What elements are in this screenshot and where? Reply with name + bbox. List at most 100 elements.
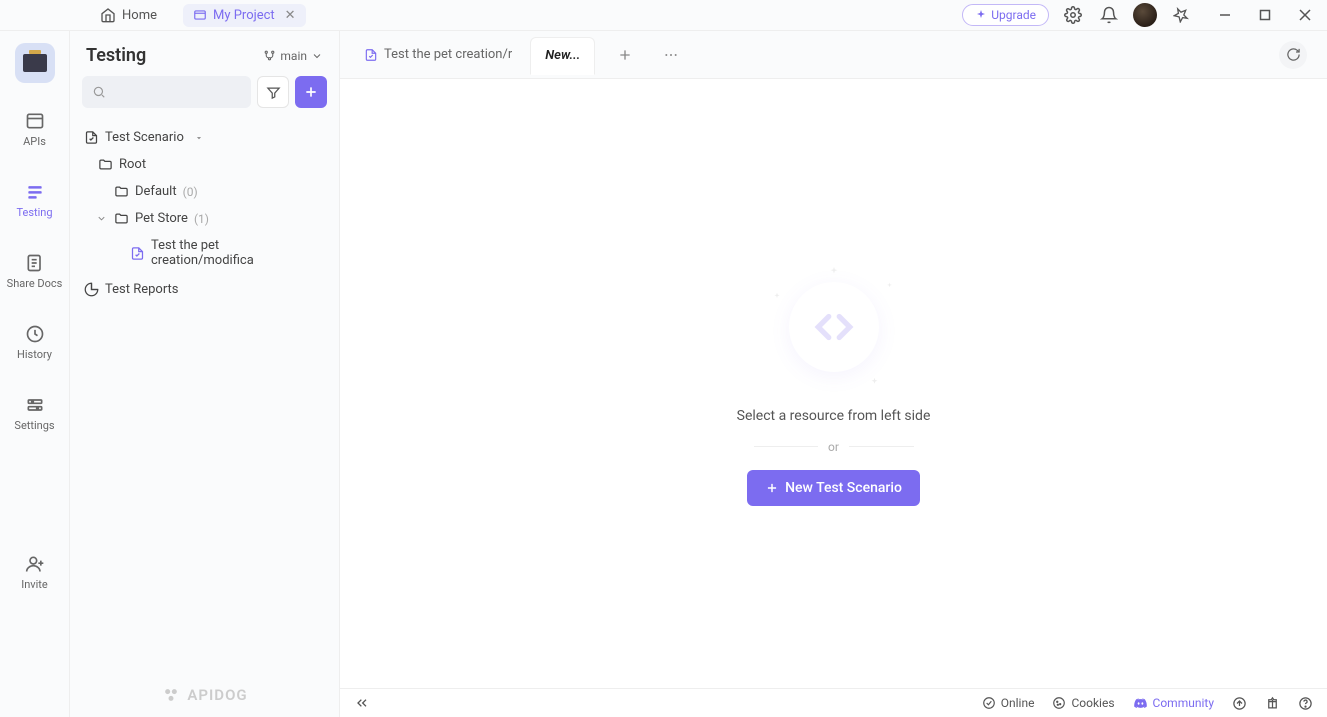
workspace-logo[interactable] [15, 43, 55, 83]
new-test-scenario-button[interactable]: New Test Scenario [747, 470, 920, 506]
chevron-down-icon [96, 213, 108, 224]
cookies-label: Cookies [1071, 696, 1114, 710]
test-reports-section[interactable]: Test Reports [78, 276, 331, 303]
bell-icon[interactable] [1097, 3, 1121, 27]
project-icon [193, 8, 207, 22]
status-help-icon[interactable] [1298, 696, 1313, 711]
project-tab[interactable]: My Project ✕ [183, 4, 306, 27]
rail-apis[interactable]: APIs [0, 105, 69, 154]
sidebar-title: Testing [86, 45, 146, 66]
close-window-icon[interactable] [1293, 3, 1317, 27]
status-bar: Online Cookies Community [340, 688, 1327, 717]
search-icon [92, 85, 106, 99]
rail-invite[interactable]: Invite [0, 548, 69, 597]
rail-share-docs-label: Share Docs [7, 277, 63, 290]
plus-icon [617, 47, 633, 63]
status-cookies[interactable]: Cookies [1052, 696, 1114, 710]
gift-icon [1265, 696, 1280, 711]
reports-label: Test Reports [105, 282, 179, 297]
rail-invite-label: Invite [21, 578, 48, 591]
folder-default[interactable]: Default (0) [78, 178, 331, 205]
petstore-label: Pet Store [135, 211, 188, 226]
invite-icon [25, 554, 45, 574]
close-icon[interactable]: ✕ [285, 8, 296, 23]
rail-apis-label: APIs [23, 135, 46, 148]
empty-state: Select a resource from left side or New … [340, 79, 1327, 688]
maximize-icon[interactable] [1253, 3, 1277, 27]
nav-rail: APIs Testing Share Docs History Settings… [0, 31, 70, 717]
community-label: Community [1153, 696, 1214, 710]
petstore-count: (1) [194, 212, 209, 226]
apis-icon [25, 111, 45, 131]
cookie-icon [1052, 696, 1066, 710]
rail-history-label: History [17, 348, 52, 361]
branch-selector[interactable]: main [263, 49, 323, 63]
new-scenario-label: New Test Scenario [785, 480, 902, 496]
rail-testing-label: Testing [16, 206, 52, 219]
branch-icon [263, 49, 276, 62]
testing-icon [25, 182, 45, 202]
help-icon [1298, 696, 1313, 711]
rail-share-docs[interactable]: Share Docs [0, 247, 69, 296]
logo-icon [161, 685, 181, 705]
settings-nav-icon [25, 395, 45, 415]
test-item[interactable]: Test the pet creation/modifica [78, 232, 331, 274]
tab-overflow-button[interactable] [655, 39, 687, 71]
filter-button[interactable] [257, 76, 289, 108]
brand-watermark: APIDOG [70, 685, 339, 705]
project-label: My Project [213, 8, 275, 23]
tab-label: Test the pet creation/r [384, 47, 512, 62]
home-tab[interactable]: Home [90, 3, 167, 27]
sparkle-icon [975, 9, 987, 21]
collapse-sidebar-button[interactable] [354, 695, 370, 711]
minimize-icon[interactable] [1213, 3, 1237, 27]
tab-bar: Test the pet creation/r New... [340, 31, 1327, 79]
tab-new[interactable]: New... [530, 37, 595, 75]
test-file-icon [130, 246, 145, 261]
rail-testing[interactable]: Testing [0, 176, 69, 225]
status-upload-icon[interactable] [1232, 696, 1247, 711]
filter-icon [266, 85, 281, 100]
brand-label: APIDOG [187, 686, 247, 704]
share-docs-icon [25, 253, 45, 273]
upgrade-button[interactable]: Upgrade [962, 4, 1049, 26]
rail-settings[interactable]: Settings [0, 389, 69, 438]
folder-root[interactable]: Root [78, 151, 331, 178]
history-icon [25, 324, 45, 344]
status-gift-icon[interactable] [1265, 696, 1280, 711]
home-icon [100, 7, 116, 23]
empty-text: Select a resource from left side [737, 408, 931, 424]
default-count: (0) [183, 185, 198, 199]
plus-icon [303, 84, 319, 100]
reports-icon [84, 282, 99, 297]
online-label: Online [1001, 696, 1035, 710]
upgrade-label: Upgrade [991, 8, 1036, 22]
pin-icon[interactable] [1169, 3, 1193, 27]
folder-icon [114, 184, 129, 199]
sidebar: Testing main Test Scenario [70, 31, 340, 717]
discord-icon [1133, 696, 1148, 711]
empty-illustration [769, 262, 899, 392]
check-circle-icon [982, 696, 996, 710]
test-item-label: Test the pet creation/modifica [151, 238, 325, 268]
rail-history[interactable]: History [0, 318, 69, 367]
folder-petstore[interactable]: Pet Store (1) [78, 205, 331, 232]
add-button[interactable] [295, 76, 327, 108]
status-online[interactable]: Online [982, 696, 1035, 710]
settings-icon[interactable] [1061, 3, 1085, 27]
test-scenario-section[interactable]: Test Scenario [78, 124, 331, 151]
avatar[interactable] [1133, 3, 1157, 27]
new-tab-button[interactable] [609, 39, 641, 71]
search-input[interactable] [82, 76, 251, 108]
folder-icon [98, 157, 113, 172]
upload-icon [1232, 696, 1247, 711]
collapse-icon [354, 695, 370, 711]
status-community[interactable]: Community [1133, 696, 1214, 711]
or-divider: or [754, 440, 914, 454]
home-label: Home [122, 8, 157, 23]
rail-settings-label: Settings [14, 419, 54, 432]
test-scenario-label: Test Scenario [105, 130, 184, 145]
tab-test-pet[interactable]: Test the pet creation/r [350, 36, 526, 74]
refresh-button[interactable] [1279, 41, 1307, 69]
chevron-down-icon [311, 50, 323, 62]
